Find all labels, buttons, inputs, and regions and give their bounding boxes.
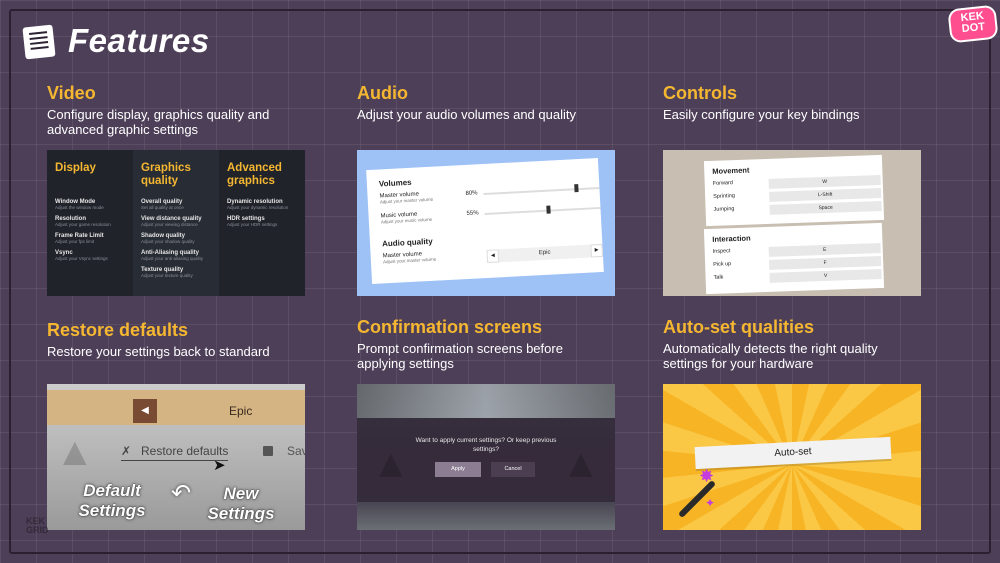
video-heading: Video [47,83,96,103]
music-volume-value: 55% [466,210,479,217]
movement-title: Movement [712,165,750,176]
movement-panel: Movement Forward W Sprinting L-Shift Jumpi… [703,154,885,227]
quality-bar: ◀ Epic [47,390,305,425]
setting-window-mode[interactable]: Window Mode Adjust the window mode [55,199,125,210]
autoset-preview: Auto-set ✸ ✦ [663,384,921,530]
setting-hdr[interactable]: HDR settings Adjust your HDR settings [227,216,297,227]
interaction-title: Interaction [712,233,751,244]
confirm-message: Want to apply current settings? Or keep … [415,437,557,453]
cancel-button[interactable]: Cancel [491,462,535,477]
setting-anti-aliasing[interactable]: Anti-Aliasing quality Adjust your anti-al… [141,250,211,261]
cursor-icon: ➤ [213,457,226,474]
document-icon [22,24,56,60]
autoset-heading: Auto-set qualities [663,317,815,337]
arrow-left-icon[interactable]: ◀ [486,249,500,263]
setting-dynamic-resolution[interactable]: Dynamic resolution Adjust your dynamic re… [227,199,297,210]
setting-texture-quality[interactable]: Texture quality Adjust your texture quali… [141,267,211,278]
undo-arrow-icon: ↶ [171,480,192,507]
music-volume-thumb[interactable] [546,205,551,214]
autoset-description: Automatically detects the right quality … [663,341,878,371]
restore-preview: ▲ ◀ Epic ✗ Restore defaults Sav ➤ Defaul… [47,384,305,530]
warning-icon: ▲ [371,442,411,486]
display-title: Display [55,162,96,174]
setting-frame-rate-limit[interactable]: Frame Rate Limit Adjust your fps limit [55,233,125,244]
kekdot-logo: KEK DOT [949,6,997,42]
audio-panel: Volumes Master volume Adjust your master… [366,158,604,284]
setting-shadow-quality[interactable]: Shadow quality Adjust your shadow quality [141,233,211,244]
audio-quality-row: Master volume Adjust your master volume … [383,243,604,274]
audio-preview: Volumes Master volume Adjust your master… [357,150,615,296]
controls-heading: Controls [663,83,737,103]
save-button[interactable]: Sav [287,444,305,458]
interaction-panel: Interaction Inspect E Pick up F Talk V [703,222,885,295]
save-icon[interactable] [263,446,273,456]
master-volume-thumb[interactable] [573,184,579,193]
auto-set-button[interactable]: Auto-set [694,436,892,470]
graphics-quality-title: Graphics quality [141,162,191,187]
settings-header-blurred [357,384,615,418]
warning-icon: ▲ [55,430,95,474]
apply-button[interactable]: Apply [435,462,481,477]
arrow-right-icon[interactable]: ▶ [590,243,604,258]
confirm-description: Prompt confirmation screens before apply… [357,341,563,371]
audio-heading: Audio [357,83,408,103]
video-preview: Display Window Mode Adjust the window mod… [47,150,305,296]
reset-icon: ✗ [121,444,132,458]
confirm-heading: Confirmation screens [357,317,543,337]
controls-preview: Movement Forward W Sprinting L-Shift Jumpi… [663,150,921,296]
controls-description: Easily configure your key bindings [663,107,860,122]
setting-resolution[interactable]: Resolution Adjust your game resolution [55,216,125,227]
sparkle-icon: ✸ [699,466,715,486]
setting-view-distance[interactable]: View distance quality Adjust your viewing… [141,216,211,227]
warning-icon: ▲ [561,442,601,486]
page-title: Features [68,22,210,59]
advanced-graphics-title: Advanced graphics [227,162,282,187]
arrow-left-icon[interactable]: ◀ [133,399,157,423]
display-column: Display Window Mode Adjust the window mod… [47,150,133,296]
setting-vsync[interactable]: Vsync Adjust your Vsync settings [55,250,125,261]
video-description: Configure display, graphics quality and … [47,107,270,137]
setting-overall-quality[interactable]: Overall quality Set all quality at once [141,199,211,210]
sparkle-icon: ✦ [705,496,716,510]
master-volume-value: 80% [465,190,478,197]
quality-value: Epic [229,404,253,418]
audio-description: Adjust your audio volumes and quality [357,107,576,122]
restore-heading: Restore defaults [47,320,189,340]
confirm-preview: ▲ ▲ Want to apply current settings? Or k… [357,384,615,530]
restore-description: Restore your settings back to standard [47,344,270,359]
default-settings-label: Default Settings [78,481,146,520]
graphics-quality-column: Graphics quality Overall quality Set all … [133,150,219,296]
kekgrid-watermark: KEK GRID [26,516,49,535]
advanced-graphics-column: Advanced graphics Dynamic resolution Adju… [219,150,305,296]
new-settings-label: New Settings [207,484,275,523]
